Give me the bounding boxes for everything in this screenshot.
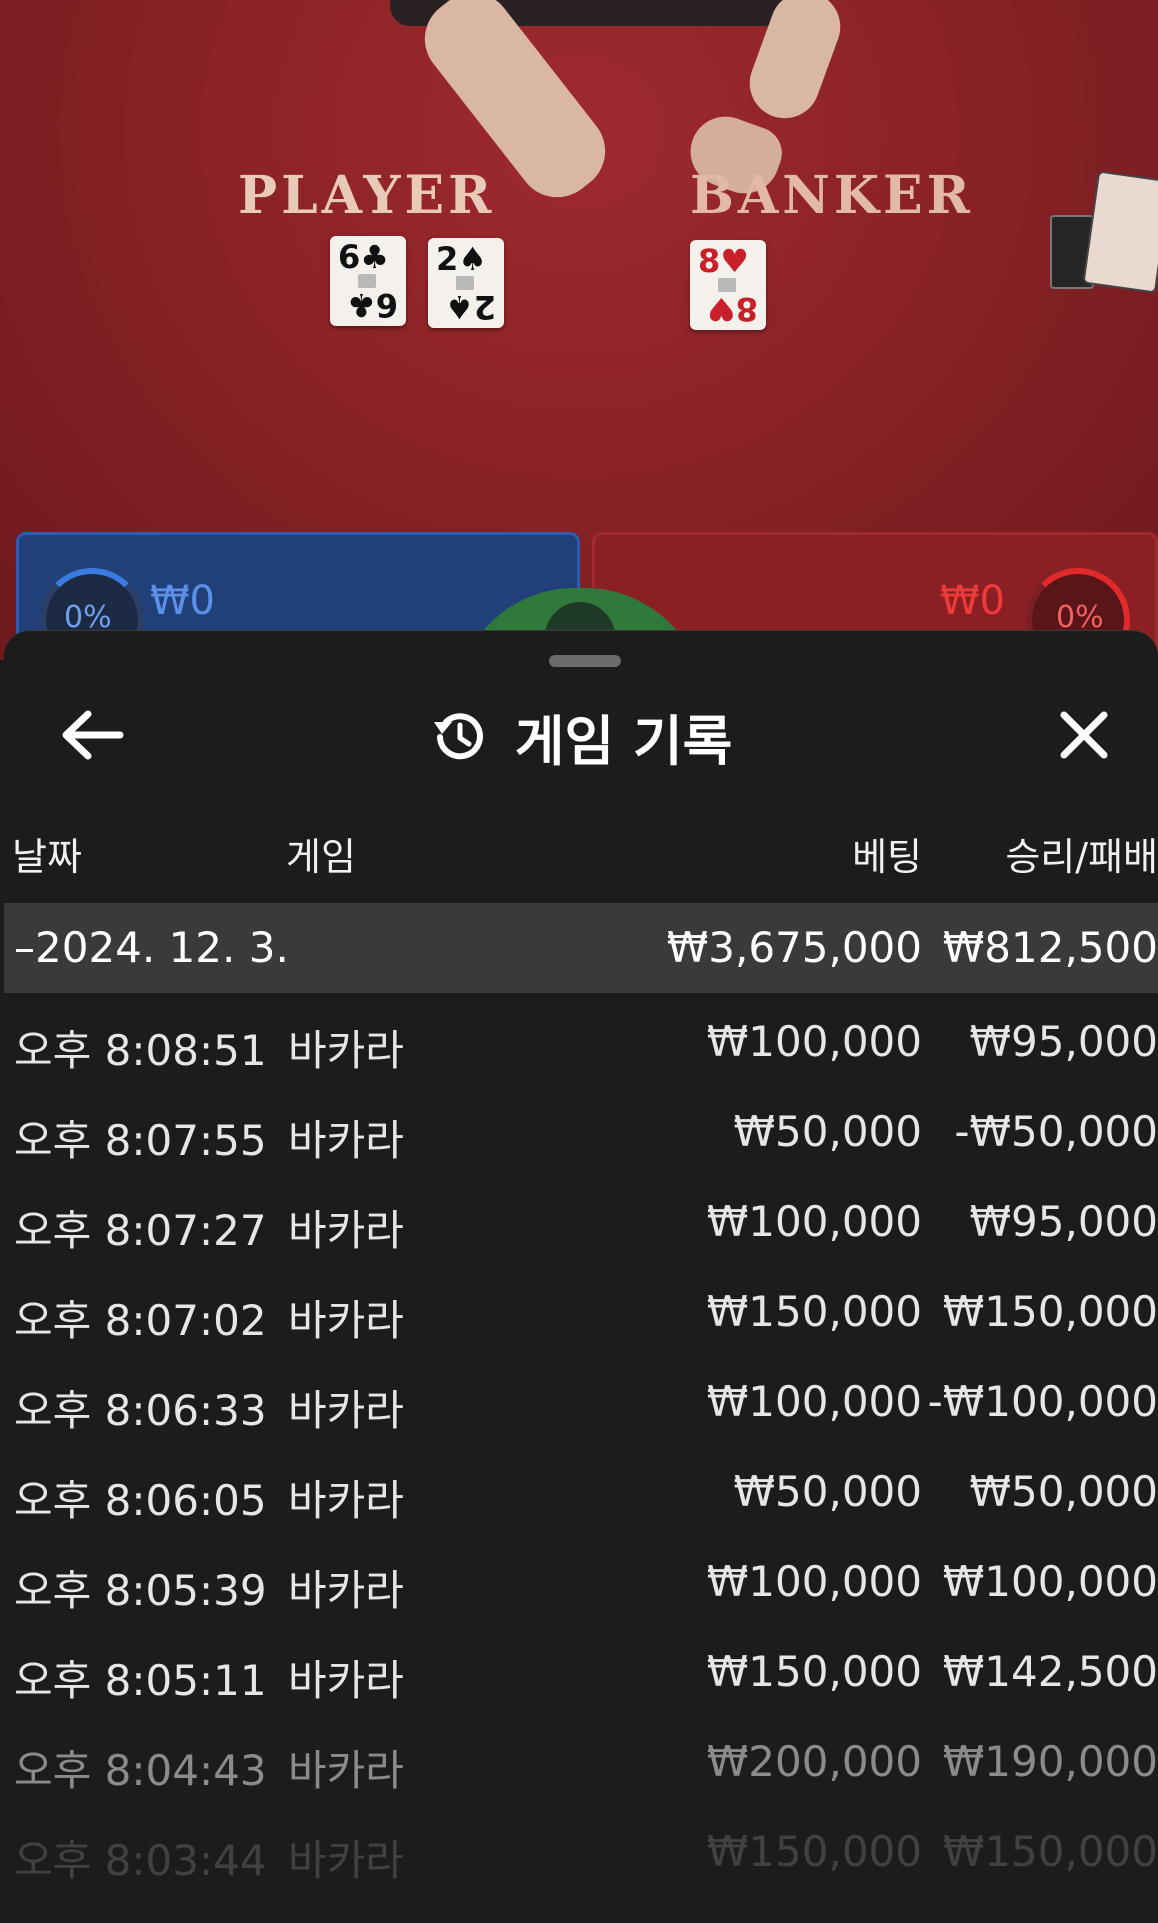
row-game: 바카라 xyxy=(288,1377,404,1438)
history-row[interactable]: 오후 8:04:43 바카라 ₩200,000 ₩190,000 xyxy=(4,1713,1158,1803)
history-list: 오후 8:08:51 바카라 ₩100,000 ₩95,000 오후 8:07:55 바카… xyxy=(4,993,1158,1893)
row-result: -₩100,000 xyxy=(928,1377,1158,1426)
row-result: ₩95,000 xyxy=(970,1017,1158,1066)
row-time: 오후 8:07:55 xyxy=(14,1107,267,1168)
row-game: 바카라 xyxy=(288,1827,404,1888)
history-row[interactable]: 오후 8:07:55 바카라 ₩50,000 -₩50,000 xyxy=(4,1083,1158,1173)
row-time: 오후 8:06:33 xyxy=(14,1377,267,1438)
row-bet: ₩100,000 xyxy=(707,1017,922,1066)
column-header-date: 날짜 xyxy=(12,826,82,881)
row-result: ₩150,000 xyxy=(943,1827,1158,1876)
row-bet: ₩100,000 xyxy=(707,1197,922,1246)
column-header-bet: 베팅 xyxy=(852,826,922,881)
row-bet: ₩100,000 xyxy=(707,1377,922,1426)
row-game: 바카라 xyxy=(288,1107,404,1168)
banker-bet-amount: ₩0 xyxy=(940,578,1005,624)
close-icon xyxy=(1054,705,1114,765)
row-time: 오후 8:08:51 xyxy=(14,1017,267,1078)
row-time: 오후 8:05:11 xyxy=(14,1647,267,1708)
row-bet: ₩150,000 xyxy=(707,1287,922,1336)
history-row[interactable]: 오후 8:07:02 바카라 ₩150,000 ₩150,000 xyxy=(4,1263,1158,1353)
row-time: 오후 8:07:02 xyxy=(14,1287,267,1348)
row-bet: ₩50,000 xyxy=(734,1107,923,1156)
row-time: 오후 8:04:43 xyxy=(14,1737,267,1798)
history-row[interactable]: 오후 8:05:11 바카라 ₩150,000 ₩142,500 xyxy=(4,1623,1158,1713)
row-bet: ₩150,000 xyxy=(707,1827,922,1876)
row-result: ₩190,000 xyxy=(943,1737,1158,1786)
row-result: ₩150,000 xyxy=(943,1287,1158,1336)
history-icon xyxy=(430,708,488,766)
sheet-drag-handle[interactable] xyxy=(549,655,621,667)
row-time: 오후 8:07:27 xyxy=(14,1197,267,1258)
game-history-sheet: 게임 기록 날짜 게임 베팅 승리/패배 –2024. 12. 3. ₩3,67… xyxy=(4,630,1158,1923)
row-game: 바카라 xyxy=(288,1647,404,1708)
live-table-video: PLAYER BANKER 6♣ 6♣ 2♠ 2♠ 8♥ 8♥ 0% 0% ₩0… xyxy=(0,0,1158,660)
sheet-header: 게임 기록 xyxy=(4,697,1158,777)
card-discard xyxy=(1082,170,1158,293)
banker-card: 8♥ 8♥ xyxy=(690,240,766,330)
history-row[interactable]: 오후 8:08:51 바카라 ₩100,000 ₩95,000 xyxy=(4,993,1158,1083)
row-game: 바카라 xyxy=(288,1467,404,1528)
player-card: 6♣ 6♣ xyxy=(330,236,406,326)
history-row[interactable]: 오후 8:07:27 바카라 ₩100,000 ₩95,000 xyxy=(4,1173,1158,1263)
row-game: 바카라 xyxy=(288,1557,404,1618)
summary-bet-total: ₩3,675,000 xyxy=(667,923,922,972)
row-result: ₩50,000 xyxy=(970,1467,1158,1516)
row-bet: ₩150,000 xyxy=(707,1647,922,1696)
row-time: 오후 8:03:44 xyxy=(14,1827,267,1888)
row-game: 바카라 xyxy=(288,1287,404,1348)
sheet-title: 게임 기록 xyxy=(515,697,733,776)
banker-label: BANKER xyxy=(690,165,974,226)
row-game: 바카라 xyxy=(288,1017,404,1078)
history-row[interactable]: 오후 8:06:05 바카라 ₩50,000 ₩50,000 xyxy=(4,1443,1158,1533)
row-result: ₩142,500 xyxy=(943,1647,1158,1696)
row-game: 바카라 xyxy=(288,1737,404,1798)
row-time: 오후 8:06:05 xyxy=(14,1467,267,1528)
column-header-result: 승리/패배 xyxy=(1005,826,1158,881)
history-row[interactable]: 오후 8:06:33 바카라 ₩100,000-₩100,000 xyxy=(4,1353,1158,1443)
summary-result-total: ₩812,500 xyxy=(943,923,1158,972)
row-game: 바카라 xyxy=(288,1197,404,1258)
row-result: -₩50,000 xyxy=(954,1107,1158,1156)
column-header-game: 게임 xyxy=(286,826,356,881)
row-bet: ₩50,000 xyxy=(734,1467,923,1516)
player-bet-amount: ₩0 xyxy=(150,578,215,624)
row-time: 오후 8:05:39 xyxy=(14,1557,267,1618)
player-card: 2♠ 2♠ xyxy=(428,238,504,328)
history-row[interactable]: 오후 8:05:39 바카라 ₩100,000 ₩100,000 xyxy=(4,1533,1158,1623)
close-button[interactable] xyxy=(1054,705,1114,765)
row-result: ₩100,000 xyxy=(943,1557,1158,1606)
history-row[interactable]: 오후 8:03:44 바카라 ₩150,000 ₩150,000 xyxy=(4,1803,1158,1893)
row-bet: ₩100,000 xyxy=(707,1557,922,1606)
date-summary-row[interactable]: –2024. 12. 3. ₩3,675,000 ₩812,500 xyxy=(4,903,1158,993)
row-bet: ₩200,000 xyxy=(707,1737,922,1786)
summary-date: –2024. 12. 3. xyxy=(14,923,289,972)
player-label: PLAYER xyxy=(238,165,495,226)
row-result: ₩95,000 xyxy=(970,1197,1158,1246)
